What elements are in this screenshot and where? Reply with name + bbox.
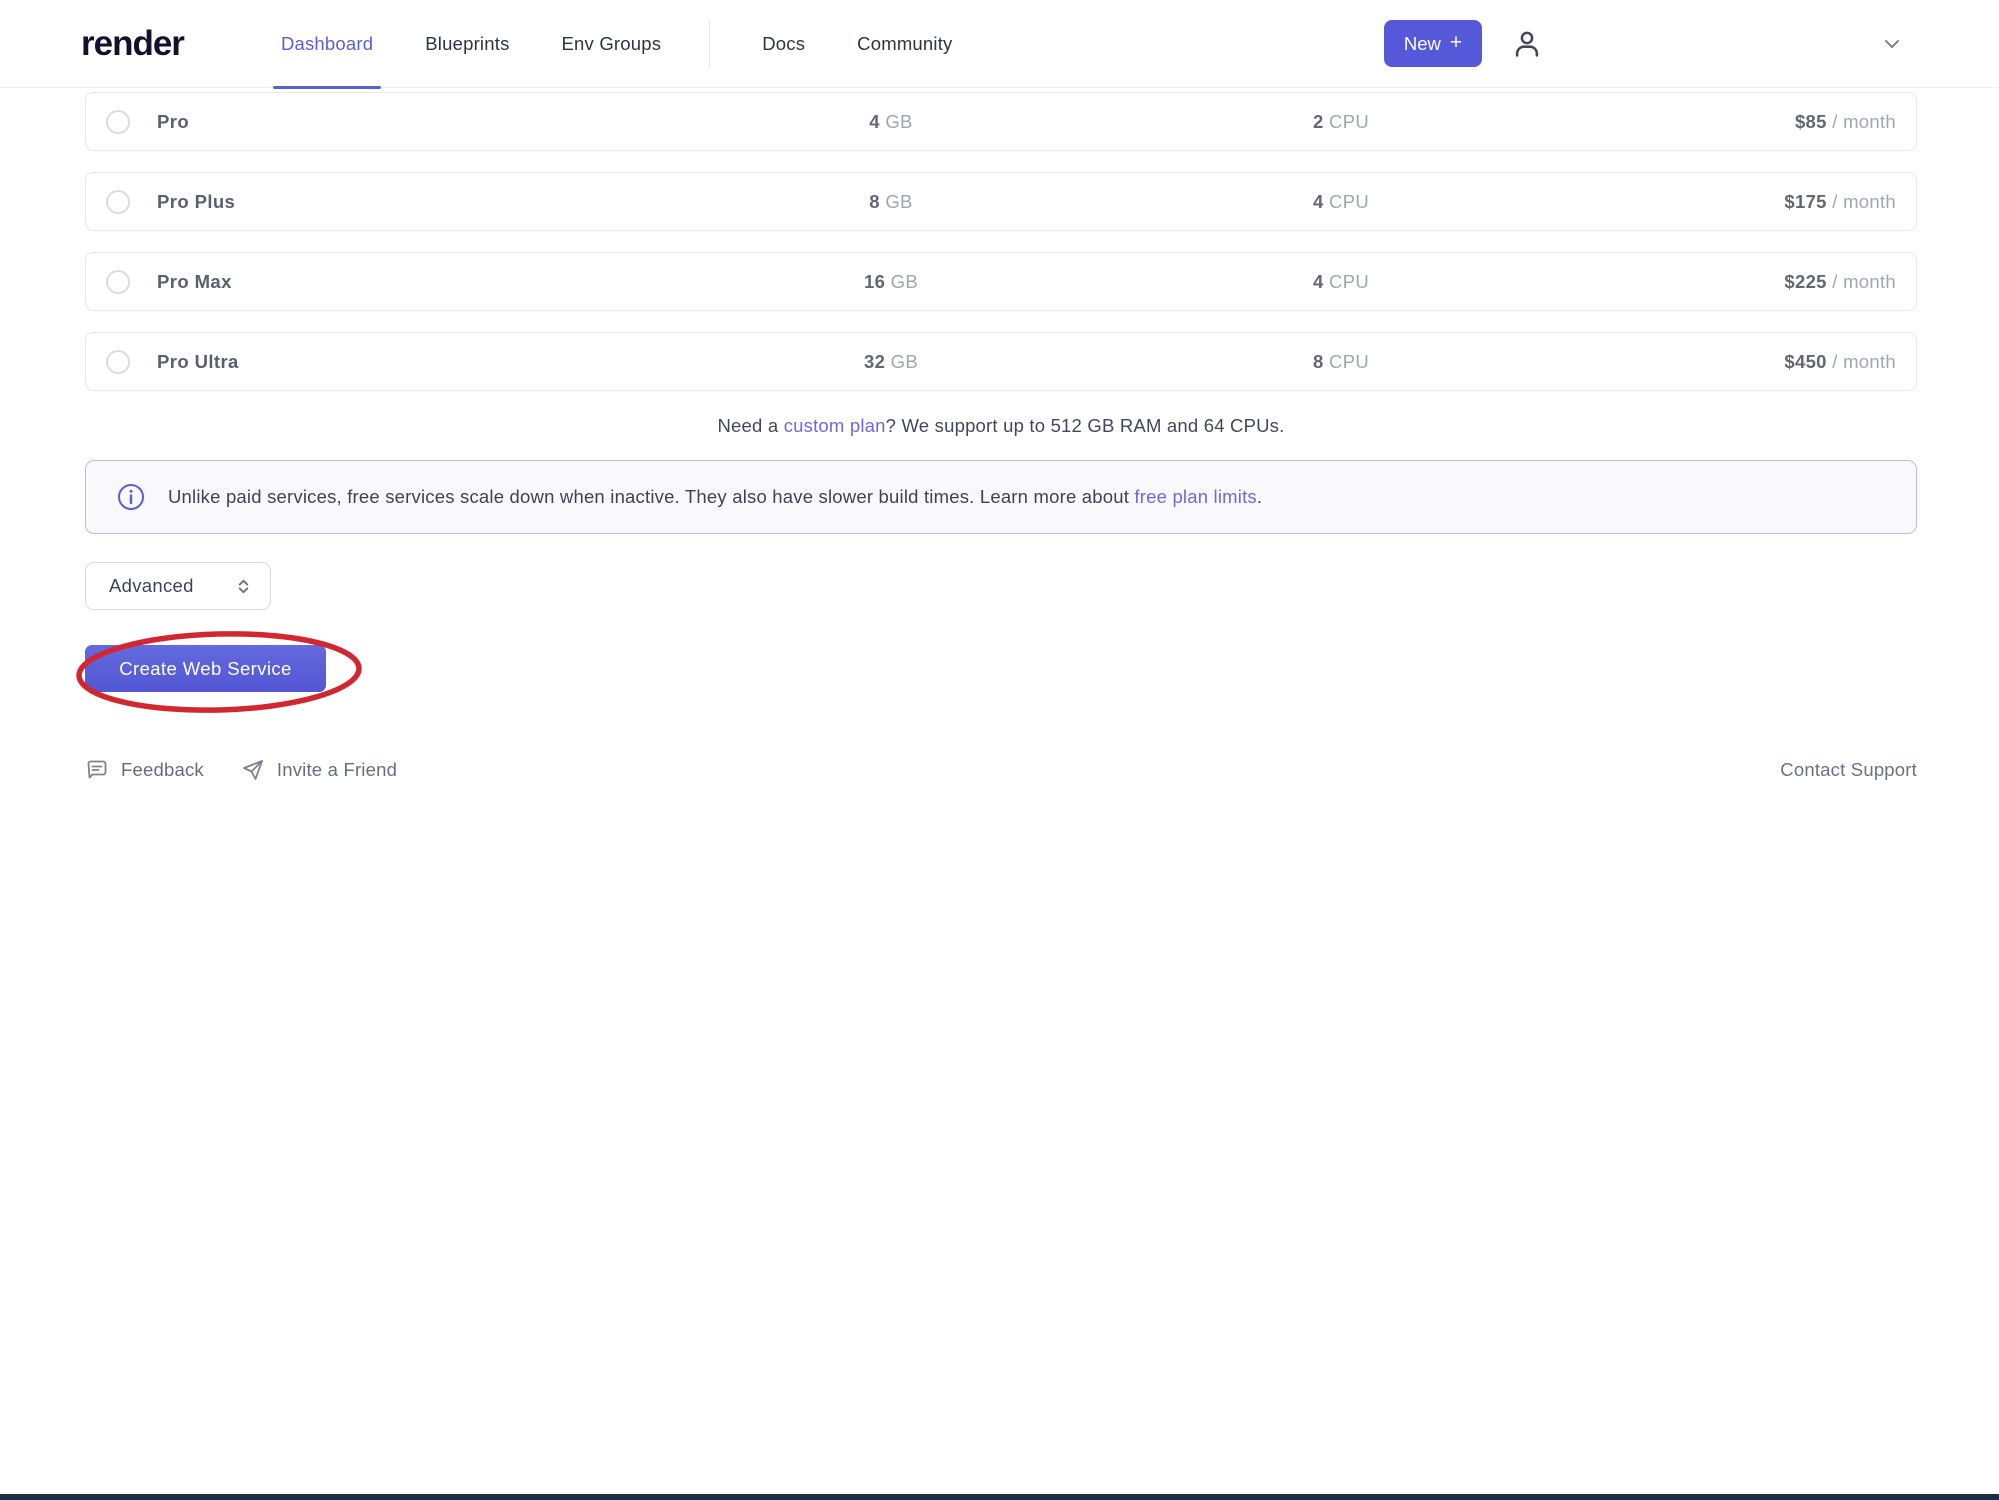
plan-list: Pro 4 GB 2 CPU $85 / month Pro Plus 8 bbox=[85, 88, 1917, 391]
plan-name-cell: Pro Ultra bbox=[86, 350, 706, 374]
create-web-service-button[interactable]: Create Web Service bbox=[85, 645, 326, 692]
plan-price: $175 / month bbox=[1606, 191, 1916, 213]
plan-radio[interactable] bbox=[106, 350, 130, 374]
plan-cpu: 2 CPU bbox=[1076, 111, 1606, 133]
notice-text: Unlike paid services, free services scal… bbox=[168, 486, 1262, 508]
custom-plan-link[interactable]: custom plan bbox=[784, 415, 886, 436]
plan-price: $450 / month bbox=[1606, 351, 1916, 373]
info-icon bbox=[117, 483, 145, 511]
feedback-label: Feedback bbox=[121, 759, 204, 781]
custom-plan-line: Need a custom plan? We support up to 512… bbox=[85, 415, 1917, 437]
plan-name: Pro Ultra bbox=[157, 351, 239, 373]
plan-row-pro-ultra[interactable]: Pro Ultra 32 GB 8 CPU $450 / month bbox=[85, 332, 1917, 391]
plan-cpu: 8 CPU bbox=[1076, 351, 1606, 373]
plan-row-pro[interactable]: Pro 4 GB 2 CPU $85 / month bbox=[85, 92, 1917, 151]
free-plan-notice: Unlike paid services, free services scal… bbox=[85, 460, 1917, 534]
render-logo[interactable]: render bbox=[81, 24, 184, 64]
plan-cpu: 4 CPU bbox=[1076, 191, 1606, 213]
plan-name-cell: Pro Plus bbox=[86, 190, 706, 214]
advanced-toggle-button[interactable]: Advanced bbox=[85, 562, 271, 610]
bottom-edge-bar bbox=[0, 1494, 1999, 1500]
chevron-down-icon[interactable] bbox=[1880, 32, 1904, 56]
new-button-label: New bbox=[1404, 33, 1441, 55]
nav-item-community[interactable]: Community bbox=[857, 0, 952, 88]
feedback-link[interactable]: Feedback bbox=[85, 758, 204, 782]
create-button-area: Create Web Service bbox=[85, 632, 405, 704]
nav-divider bbox=[709, 21, 710, 67]
custom-plan-prefix: Need a bbox=[718, 415, 784, 436]
nav-item-dashboard[interactable]: Dashboard bbox=[281, 0, 373, 88]
invite-label: Invite a Friend bbox=[277, 759, 397, 781]
advanced-label: Advanced bbox=[109, 575, 194, 597]
free-plan-limits-link[interactable]: free plan limits bbox=[1134, 486, 1256, 507]
new-button[interactable]: New + bbox=[1384, 20, 1482, 67]
invite-friend-link[interactable]: Invite a Friend bbox=[241, 758, 397, 782]
plan-price: $225 / month bbox=[1606, 271, 1916, 293]
contact-support-link[interactable]: Contact Support bbox=[1780, 759, 1917, 781]
plan-ram: 8 GB bbox=[706, 191, 1076, 213]
plus-icon: + bbox=[1450, 31, 1462, 55]
main-content: Pro 4 GB 2 CPU $85 / month Pro Plus 8 bbox=[0, 88, 1999, 782]
plan-ram: 32 GB bbox=[706, 351, 1076, 373]
nav-item-env-groups[interactable]: Env Groups bbox=[562, 0, 662, 88]
top-nav: render Dashboard Blueprints Env Groups D… bbox=[0, 0, 1999, 88]
unfold-more-icon bbox=[234, 577, 253, 596]
nav-item-blueprints[interactable]: Blueprints bbox=[425, 0, 509, 88]
plan-name: Pro Plus bbox=[157, 191, 235, 213]
feedback-chat-icon bbox=[85, 758, 109, 782]
plan-row-pro-plus[interactable]: Pro Plus 8 GB 4 CPU $175 / month bbox=[85, 172, 1917, 231]
send-icon bbox=[241, 758, 265, 782]
plan-radio[interactable] bbox=[106, 110, 130, 134]
user-account-icon[interactable] bbox=[1509, 26, 1545, 62]
plan-radio[interactable] bbox=[106, 190, 130, 214]
plan-price: $85 / month bbox=[1606, 111, 1916, 133]
plan-ram: 16 GB bbox=[706, 271, 1076, 293]
plan-row-pro-max[interactable]: Pro Max 16 GB 4 CPU $225 / month bbox=[85, 252, 1917, 311]
plan-cpu: 4 CPU bbox=[1076, 271, 1606, 293]
nav-item-docs[interactable]: Docs bbox=[762, 0, 805, 88]
custom-plan-suffix: ? We support up to 512 GB RAM and 64 CPU… bbox=[886, 415, 1285, 436]
plan-name-cell: Pro bbox=[86, 110, 706, 134]
plan-radio[interactable] bbox=[106, 270, 130, 294]
plan-name: Pro Max bbox=[157, 271, 232, 293]
nav-right: New + bbox=[1384, 20, 1999, 67]
plan-name: Pro bbox=[157, 111, 189, 133]
plan-name-cell: Pro Max bbox=[86, 270, 706, 294]
page-footer: Feedback Invite a Friend Contact Support bbox=[85, 758, 1917, 782]
plan-ram: 4 GB bbox=[706, 111, 1076, 133]
